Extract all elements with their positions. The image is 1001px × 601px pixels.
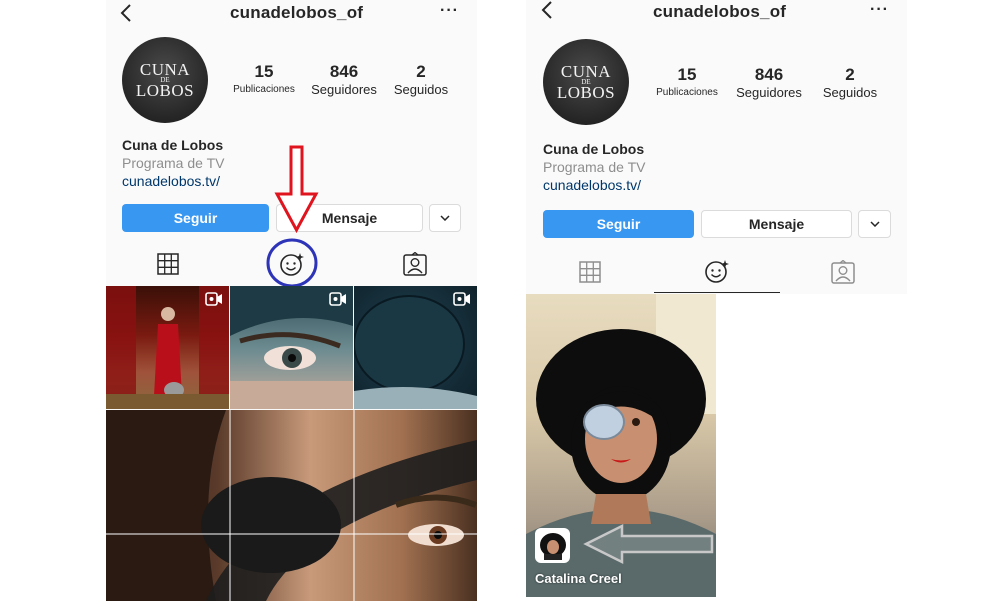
profile-name: Cuna de Lobos <box>122 137 224 153</box>
back-chevron-icon[interactable] <box>119 3 133 23</box>
stat-seguidos[interactable]: 2 Seguidos <box>806 65 894 100</box>
profile-link[interactable]: cunadelobos.tv/ <box>122 173 220 189</box>
stat-publicaciones[interactable]: 15 Publicaciones <box>220 62 308 95</box>
profile-category: Programa de TV <box>543 159 646 175</box>
profile-username: cunadelobos_of <box>230 3 364 22</box>
stat-seguidores[interactable]: 846 Seguidores <box>300 62 388 97</box>
stat-seguidos[interactable]: 2 Seguidos <box>377 62 465 97</box>
post-image-eyepatch-portrait <box>106 410 477 601</box>
video-icon <box>205 292 222 306</box>
tab-effects[interactable] <box>699 256 735 286</box>
profile-screen-right: cunadelobos_of ··· CUNA DE LOBOS 15 Publ… <box>526 0 907 294</box>
message-button[interactable]: Mensaje <box>701 210 852 238</box>
creator-avatar[interactable] <box>535 528 570 563</box>
profile-link[interactable]: cunadelobos.tv/ <box>543 177 641 193</box>
back-chevron-icon[interactable] <box>540 0 554 20</box>
post-mosaic[interactable] <box>106 410 477 601</box>
tab-grid[interactable] <box>572 258 608 286</box>
stat-seguidores[interactable]: 846 Seguidores <box>725 65 813 100</box>
profile-username: cunadelobos_of <box>653 2 787 21</box>
creator-avatar-image <box>539 532 566 560</box>
annotation-red-arrow <box>274 145 319 234</box>
video-icon <box>329 292 346 306</box>
video-icon <box>453 292 470 306</box>
avatar[interactable]: CUNA DE LOBOS <box>543 39 629 125</box>
grid-icon <box>157 253 179 275</box>
post-thumbnail[interactable] <box>230 286 353 409</box>
more-options-button[interactable]: ··· <box>870 1 889 19</box>
active-tab-indicator <box>654 292 780 293</box>
annotation-gray-arrow <box>583 523 714 565</box>
grid-icon <box>579 261 601 283</box>
tab-tagged[interactable] <box>825 258 861 286</box>
effect-creator-name[interactable]: Catalina Creel <box>535 571 622 586</box>
chevron-down-icon <box>440 215 450 221</box>
tagged-person-icon <box>403 252 427 276</box>
stat-publicaciones[interactable]: 15 Publicaciones <box>643 65 731 98</box>
effect-preview-card[interactable]: Catalina Creel <box>526 294 716 597</box>
tab-tagged[interactable] <box>397 250 433 278</box>
chevron-down-icon <box>869 221 880 227</box>
profile-screen-left: cunadelobos_of ··· CUNA DE LOBOS 15 Publ… <box>106 0 477 601</box>
profile-name: Cuna de Lobos <box>543 141 645 157</box>
suggestions-dropdown-button[interactable] <box>429 204 461 232</box>
effects-face-icon <box>705 260 729 283</box>
avatar-logo: CUNA DE LOBOS <box>135 59 195 101</box>
more-options-button[interactable]: ··· <box>440 2 459 20</box>
follow-button[interactable]: Seguir <box>543 210 694 238</box>
post-thumbnail[interactable] <box>354 286 477 409</box>
post-thumbnail[interactable] <box>106 286 229 409</box>
profile-category: Programa de TV <box>122 155 225 171</box>
suggestions-dropdown-button[interactable] <box>858 210 891 238</box>
tagged-person-icon <box>831 260 855 284</box>
follow-button[interactable]: Seguir <box>122 204 269 232</box>
avatar-logo: CUNA DE LOBOS <box>556 61 616 103</box>
tab-grid[interactable] <box>150 250 186 278</box>
avatar[interactable]: CUNA DE LOBOS <box>122 37 208 123</box>
annotation-blue-circle <box>266 238 318 288</box>
